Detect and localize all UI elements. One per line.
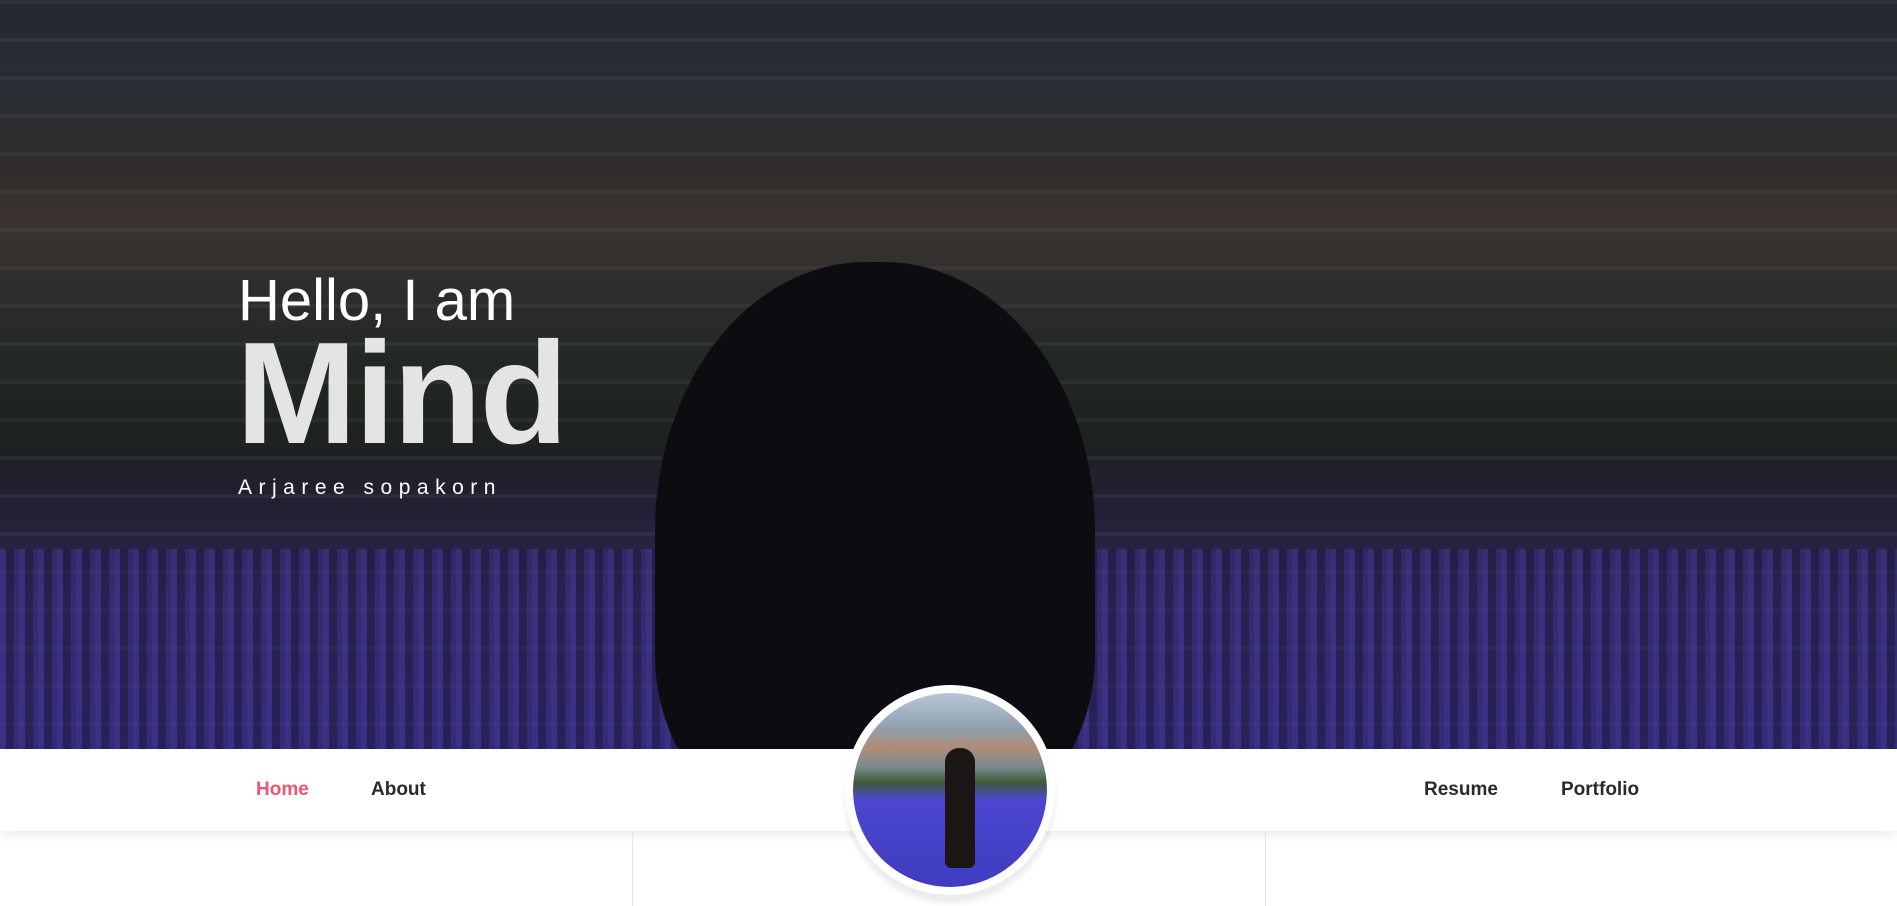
column-divider [632, 831, 633, 906]
column-divider [1265, 831, 1266, 906]
avatar-person [945, 748, 975, 868]
hero-name: Mind [236, 312, 568, 474]
hero-full-name: Arjaree sopakorn [238, 476, 502, 499]
nav-resume[interactable]: Resume [1424, 779, 1498, 801]
nav-about[interactable]: About [371, 779, 426, 801]
avatar-photo [853, 693, 1047, 887]
hero-section: Hello, I am Mind Arjaree sopakorn [0, 0, 1897, 749]
avatar [845, 685, 1055, 895]
nav-portfolio[interactable]: Portfolio [1561, 779, 1639, 801]
nav-home[interactable]: Home [256, 779, 309, 801]
